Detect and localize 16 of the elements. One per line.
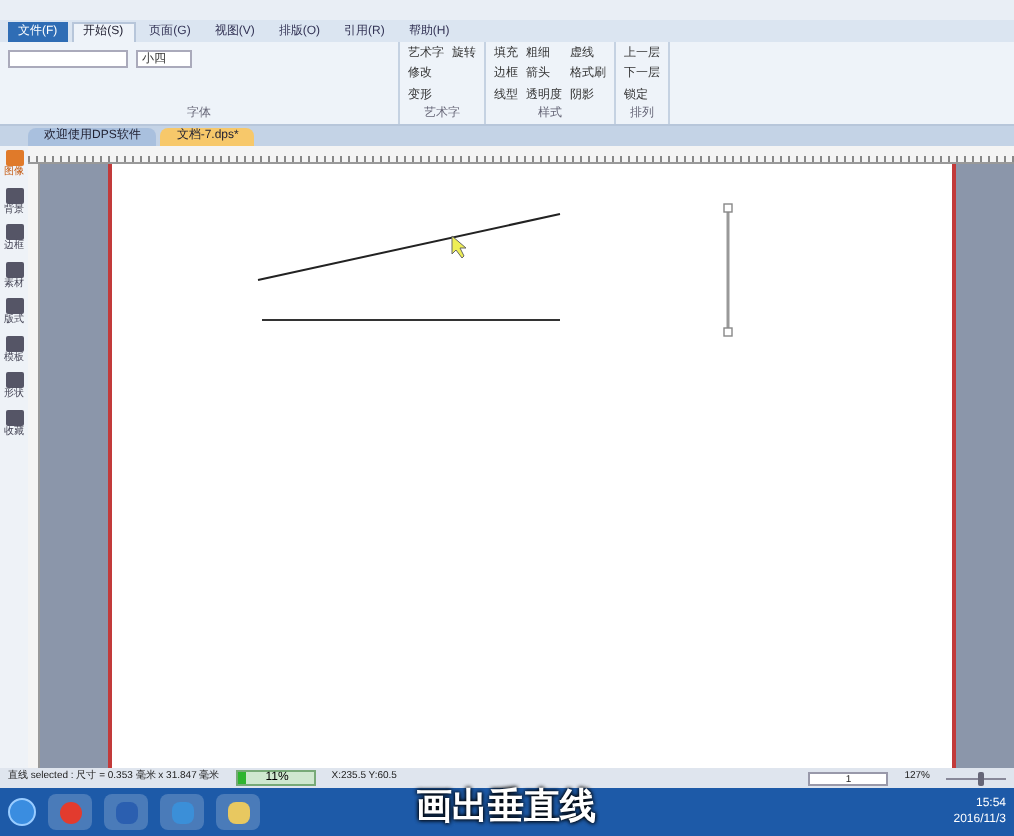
video-caption: 画出垂直线	[416, 784, 596, 830]
zoom-slider-thumb[interactable]	[978, 771, 985, 785]
cursor-icon	[451, 235, 467, 259]
vertical-line[interactable]	[723, 203, 733, 337]
tool-icon	[5, 372, 23, 388]
taskbar-app-icon[interactable]	[216, 794, 260, 830]
tool-icon	[5, 409, 23, 425]
tool-icon	[5, 261, 23, 277]
tool-icon	[5, 335, 23, 351]
tool-icon	[5, 298, 23, 314]
font-name-field[interactable]	[8, 50, 128, 68]
tool-icon	[5, 150, 23, 166]
tool-icon	[5, 187, 23, 203]
taskbar-app-icon[interactable]	[160, 794, 204, 830]
start-button[interactable]	[8, 798, 36, 826]
tool-icon	[5, 224, 23, 240]
